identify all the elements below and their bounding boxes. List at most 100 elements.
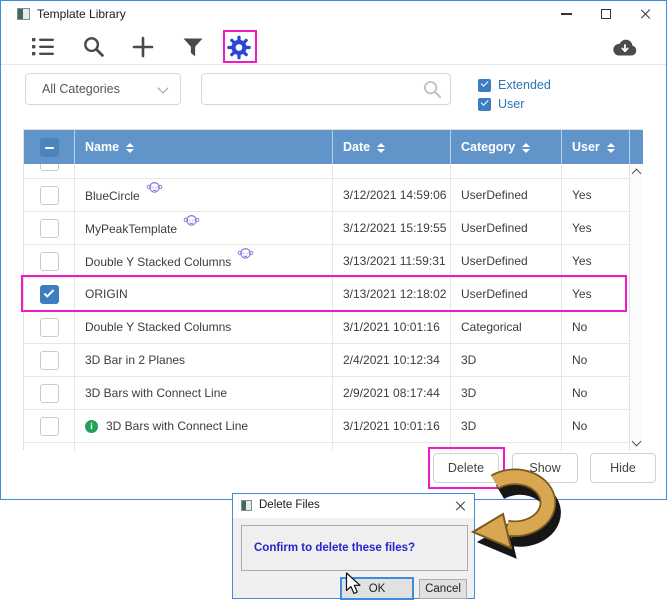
user-checkbox[interactable] <box>478 98 491 111</box>
row-checkbox[interactable] <box>40 384 59 403</box>
table-row-partial-top <box>24 164 629 179</box>
table-row[interactable]: 3D Bars with Connect Line 2/9/2021 08:17… <box>24 377 629 410</box>
extended-checkbox[interactable] <box>478 79 491 92</box>
scroll-down-icon[interactable] <box>632 437 642 447</box>
close-button[interactable] <box>626 1 666 27</box>
dialog-message-panel: Confirm to delete these files? <box>241 525 468 571</box>
cell-user: Yes <box>561 179 629 211</box>
cell-checkbox <box>24 311 74 343</box>
header-stub <box>629 130 642 164</box>
table-row[interactable]: Double Y Stacked Columns 3/1/2021 10:01:… <box>24 311 629 344</box>
template-name: MyPeakTemplate <box>85 222 177 236</box>
maximize-button[interactable] <box>586 1 626 27</box>
cell-checkbox <box>24 245 74 277</box>
cell-category: 3D <box>450 377 561 409</box>
table-row[interactable]: i3D Bars with Connect Line 3/1/2021 10:0… <box>24 410 629 443</box>
screen: Template Library <box>0 0 667 600</box>
table-row[interactable]: Double Y Stacked Columns 3/13/2021 11:59… <box>24 245 629 278</box>
cell-date: 3/1/2021 10:01:16 <box>332 311 450 343</box>
search-field-container <box>201 73 451 105</box>
cell-user <box>561 443 629 451</box>
select-all-checkbox[interactable] <box>40 138 59 157</box>
row-checkbox[interactable] <box>40 417 59 436</box>
cell-name: MyPeakTemplate <box>74 212 332 244</box>
indeterminate-icon <box>45 147 54 149</box>
cell-user: No <box>561 311 629 343</box>
row-checkbox[interactable] <box>40 252 59 271</box>
template-name: Double Y Stacked Columns <box>85 255 231 269</box>
cell-name <box>74 164 332 178</box>
cell-date <box>332 164 450 178</box>
dialog-app-icon <box>241 500 252 511</box>
cell-checkbox <box>24 443 74 451</box>
check-icon <box>480 98 487 105</box>
search-button[interactable] <box>81 34 107 60</box>
cell-category <box>450 164 561 178</box>
show-button[interactable]: Show <box>512 453 578 483</box>
header-date[interactable]: Date <box>332 130 450 164</box>
settings-highlight-annotation <box>223 30 257 63</box>
hide-button[interactable]: Hide <box>590 453 656 483</box>
cell-date: 2/4/2021 10:12:34 <box>332 344 450 376</box>
cell-category: UserDefined <box>450 212 561 244</box>
table-row-origin[interactable]: ORIGIN 3/13/2021 12:18:02 UserDefined Ye… <box>24 278 629 311</box>
cell-category: 3D <box>450 344 561 376</box>
minimize-icon <box>561 13 572 15</box>
dialog-title: Delete Files <box>259 499 320 511</box>
cell-user: No <box>561 377 629 409</box>
header-name[interactable]: Name <box>74 130 332 164</box>
list-view-button[interactable] <box>30 34 56 60</box>
cell-name: Double Y Stacked Columns <box>74 245 332 277</box>
header-user-label: User <box>572 140 600 154</box>
extended-label: Extended <box>498 78 551 92</box>
scroll-up-icon[interactable] <box>632 169 642 179</box>
header-user[interactable]: User <box>561 130 629 164</box>
dialog-message: Confirm to delete these files? <box>254 526 415 570</box>
filter-button[interactable] <box>180 34 206 60</box>
add-button[interactable] <box>130 34 156 60</box>
toolbar <box>1 27 666 65</box>
header-category[interactable]: Category <box>450 130 561 164</box>
chevron-down-icon <box>157 82 168 93</box>
table-row[interactable]: MyPeakTemplate 3/12/2021 15:19:55 UserDe… <box>24 212 629 245</box>
minimize-button[interactable] <box>546 1 586 27</box>
row-checkbox-checked[interactable] <box>40 285 59 304</box>
row-checkbox[interactable] <box>40 164 59 171</box>
row-checkbox[interactable] <box>40 186 59 205</box>
table-header: Name Date Category User <box>24 130 643 164</box>
vertical-scrollbar[interactable] <box>629 164 642 451</box>
category-dropdown[interactable]: All Categories <box>25 73 181 105</box>
row-checkbox[interactable] <box>40 351 59 370</box>
dialog-close-button[interactable] <box>454 499 468 513</box>
cell-user: No <box>561 410 629 442</box>
dialog-titlebar: Delete Files <box>233 494 474 518</box>
cell-name: Double Y Stacked Columns <box>74 311 332 343</box>
row-checkbox[interactable] <box>40 318 59 337</box>
row-checkbox[interactable] <box>40 219 59 238</box>
ok-button[interactable]: OK <box>341 578 413 599</box>
filter-icon <box>182 37 204 58</box>
cell-category: Categorical <box>450 311 561 343</box>
cell-name: BlueCircle <box>74 179 332 211</box>
cancel-button[interactable]: Cancel <box>419 579 467 599</box>
check-icon <box>44 287 55 298</box>
cell-checkbox <box>24 344 74 376</box>
header-category-label: Category <box>461 140 515 154</box>
cell-date: 3/12/2021 15:19:55 <box>332 212 450 244</box>
info-icon: i <box>85 420 98 433</box>
cell-date: 3/1/2021 10:01:16 <box>332 410 450 442</box>
select-all-cell <box>24 130 74 164</box>
user-template-icon <box>237 245 254 260</box>
cell-date: 3/13/2021 12:18:02 <box>332 278 450 310</box>
table-row[interactable]: 3D Bar in 2 Planes 2/4/2021 10:12:34 3D … <box>24 344 629 377</box>
cell-user: Yes <box>561 212 629 244</box>
download-templates-button[interactable] <box>612 34 638 60</box>
header-date-label: Date <box>343 140 370 154</box>
search-input[interactable] <box>210 76 420 102</box>
table-row[interactable]: BlueCircle 3/12/2021 14:59:06 UserDefine… <box>24 179 629 212</box>
user-template-icon <box>183 212 200 227</box>
template-name: BlueCircle <box>85 189 140 203</box>
list-view-icon <box>32 36 55 58</box>
table-row-partial-bottom <box>24 443 629 451</box>
search-icon <box>83 36 105 58</box>
